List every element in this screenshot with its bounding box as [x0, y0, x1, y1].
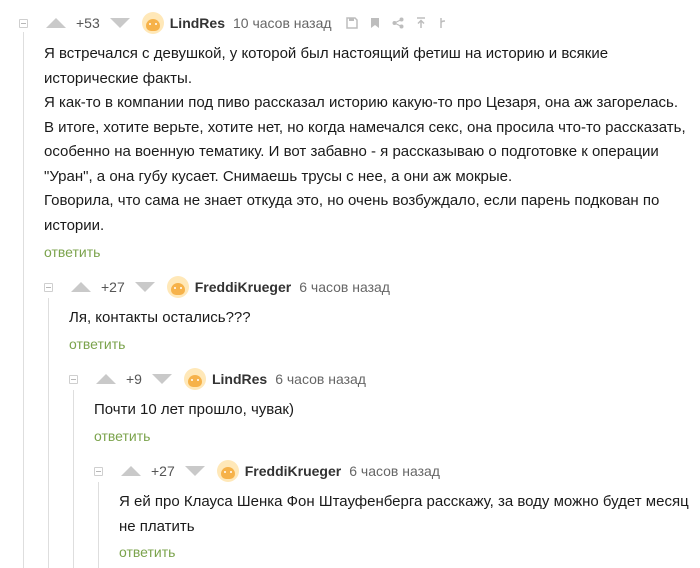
comment-paragraph: Почти 10 лет прошло, чувак)	[94, 401, 294, 418]
upvote-icon[interactable]	[71, 282, 91, 292]
comment-paragraph: В итоге, хотите верьте, хотите нет, но к…	[44, 118, 686, 185]
avatar[interactable]	[141, 12, 164, 34]
comment-body: Ля, контакты остались???	[69, 306, 689, 331]
downvote-icon[interactable]	[184, 466, 205, 476]
thread-line-level-1[interactable]	[48, 298, 49, 568]
comment-rating: +27	[151, 463, 175, 479]
comment-header: +27 FreddiKrueger 6 часов назад	[44, 274, 404, 300]
reply-button[interactable]: ответить	[94, 428, 150, 444]
comment-body: Я ей про Клауса Шенка Фон Штауфенберга р…	[119, 490, 694, 539]
avatar[interactable]	[183, 368, 206, 390]
comment-body: Почти 10 лет прошло, чувак)	[94, 398, 690, 423]
comment-rating: +53	[76, 15, 100, 31]
comment-paragraph: Я ей про Клауса Шенка Фон Штауфенберга р…	[119, 493, 689, 535]
comment-time[interactable]: 6 часов назад	[275, 371, 366, 387]
thread-line-level-2[interactable]	[73, 390, 74, 568]
comment-body: Я встречался с девушкой, у которой был н…	[44, 42, 694, 238]
reply-button[interactable]: ответить	[69, 336, 125, 352]
upvote-icon[interactable]	[121, 466, 141, 476]
comment-rating: +27	[101, 279, 125, 295]
comment-author[interactable]: LindRes	[170, 15, 225, 31]
comment-paragraph: Говорила, что сама не знает откуда это, …	[44, 192, 660, 234]
avatar[interactable]	[216, 460, 239, 482]
share-icon[interactable]	[392, 17, 404, 29]
comment-tools	[345, 17, 448, 29]
comment-rating: +9	[126, 371, 142, 387]
collapse-toggle[interactable]	[69, 374, 78, 384]
comment-time[interactable]: 6 часов назад	[349, 463, 440, 479]
comment-author[interactable]: FreddiKrueger	[195, 279, 291, 295]
thread-line-level-0[interactable]	[23, 32, 24, 568]
thread-line-level-3[interactable]	[98, 482, 99, 568]
upvote-icon[interactable]	[96, 374, 116, 384]
comment-header: +9 LindRes 6 часов назад	[69, 366, 380, 392]
reply-button[interactable]: ответить	[44, 244, 100, 260]
comment-time[interactable]: 10 часов назад	[233, 15, 332, 31]
thread-icon[interactable]	[438, 17, 448, 29]
downvote-icon[interactable]	[109, 18, 130, 28]
comment-paragraph: Я встречался с девушкой, у которой был н…	[44, 45, 609, 87]
comment-author[interactable]: FreddiKrueger	[245, 463, 341, 479]
comment-header: +27 FreddiKrueger 6 часов назад	[94, 458, 454, 484]
comment-author[interactable]: LindRes	[212, 371, 267, 387]
reply-button[interactable]: ответить	[119, 544, 175, 560]
comment-paragraph: Ля, контакты остались???	[69, 309, 251, 326]
collapse-toggle[interactable]	[44, 282, 53, 292]
upvote-icon[interactable]	[46, 18, 66, 28]
comment-header: +53 LindRes 10 часов назад	[19, 10, 448, 36]
comment-time[interactable]: 6 часов назад	[299, 279, 390, 295]
collapse-toggle[interactable]	[94, 466, 103, 476]
collapse-toggle[interactable]	[19, 18, 28, 28]
downvote-icon[interactable]	[151, 374, 172, 384]
avatar[interactable]	[166, 276, 189, 298]
save-icon[interactable]	[345, 17, 358, 29]
downvote-icon[interactable]	[134, 282, 155, 292]
comment-paragraph: Я как-то в компании под пиво рассказал и…	[44, 94, 679, 111]
go-to-parent-icon[interactable]	[416, 17, 426, 29]
bookmark-icon[interactable]	[370, 17, 380, 29]
